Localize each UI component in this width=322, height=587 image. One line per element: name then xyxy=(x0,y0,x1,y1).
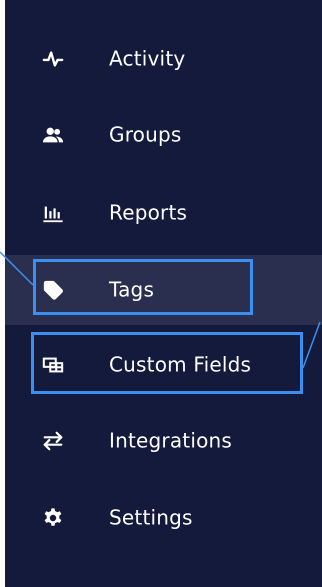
custom-fields-icon xyxy=(41,353,65,377)
integrations-icon xyxy=(41,429,65,453)
sidebar-item-label: Custom Fields xyxy=(109,352,252,377)
sidebar-item-reports[interactable]: Reports xyxy=(5,178,322,248)
activity-icon xyxy=(41,47,65,71)
tag-icon xyxy=(41,278,65,302)
groups-icon xyxy=(41,123,65,147)
gear-icon xyxy=(41,506,65,530)
sidebar-item-tags[interactable]: Tags xyxy=(5,255,322,325)
sidebar-item-label: Integrations xyxy=(109,428,233,453)
sidebar-item-integrations[interactable]: Integrations xyxy=(5,406,322,476)
reports-icon xyxy=(41,201,65,225)
sidebar-nav: Activity Groups Reports Tags Custom Fiel… xyxy=(5,0,322,587)
sidebar-item-settings[interactable]: Settings xyxy=(5,483,322,553)
sidebar-item-label: Activity xyxy=(109,46,186,71)
sidebar-item-groups[interactable]: Groups xyxy=(5,100,322,170)
sidebar-item-label: Settings xyxy=(109,505,193,530)
sidebar-item-custom-fields[interactable]: Custom Fields xyxy=(5,330,322,400)
sidebar-item-label: Reports xyxy=(109,200,188,225)
sidebar-item-activity[interactable]: Activity xyxy=(5,24,322,94)
sidebar-item-label: Tags xyxy=(109,277,155,302)
sidebar-item-label: Groups xyxy=(109,122,182,147)
